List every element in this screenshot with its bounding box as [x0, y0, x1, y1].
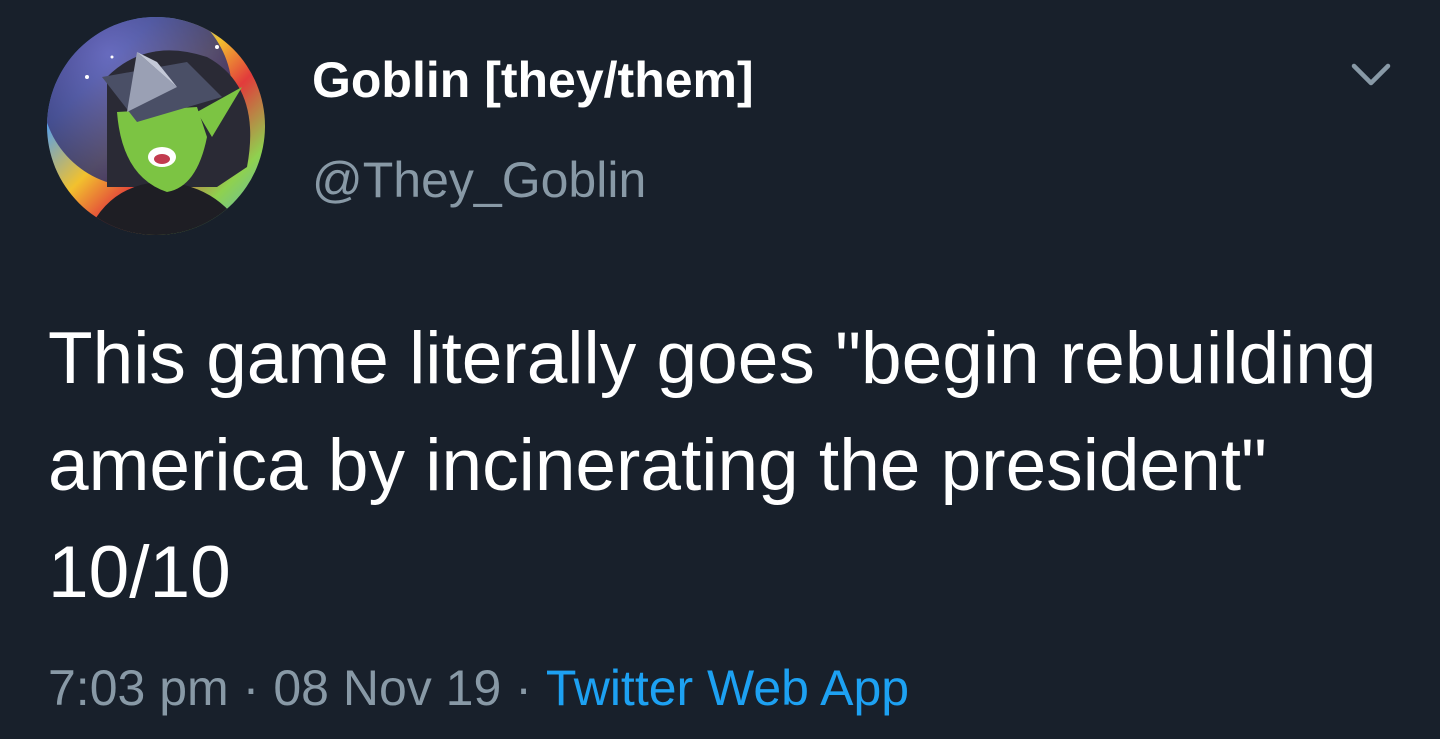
separator-dot: ·	[242, 660, 260, 716]
tweet-source-link[interactable]: Twitter Web App	[546, 660, 909, 716]
tweet-text: This game literally goes "begin rebuildi…	[48, 318, 1377, 613]
tweet-time[interactable]: 7:03 pm	[48, 660, 229, 716]
tweet-card: Goblin [they/them] @They_Goblin This gam…	[0, 0, 1440, 739]
separator-dot: ·	[515, 660, 532, 716]
author-handle[interactable]: @They_Goblin	[312, 150, 646, 210]
author-display-name[interactable]: Goblin [they/them]	[312, 50, 754, 110]
tweet-metadata: 7:03 pm · 08 Nov 19 · Twitter Web App	[48, 655, 909, 721]
chevron-down-icon[interactable]	[1346, 56, 1396, 96]
goblin-avatar-image	[47, 17, 265, 235]
avatar[interactable]	[47, 17, 265, 235]
tweet-date[interactable]: 08 Nov 19	[273, 660, 501, 716]
